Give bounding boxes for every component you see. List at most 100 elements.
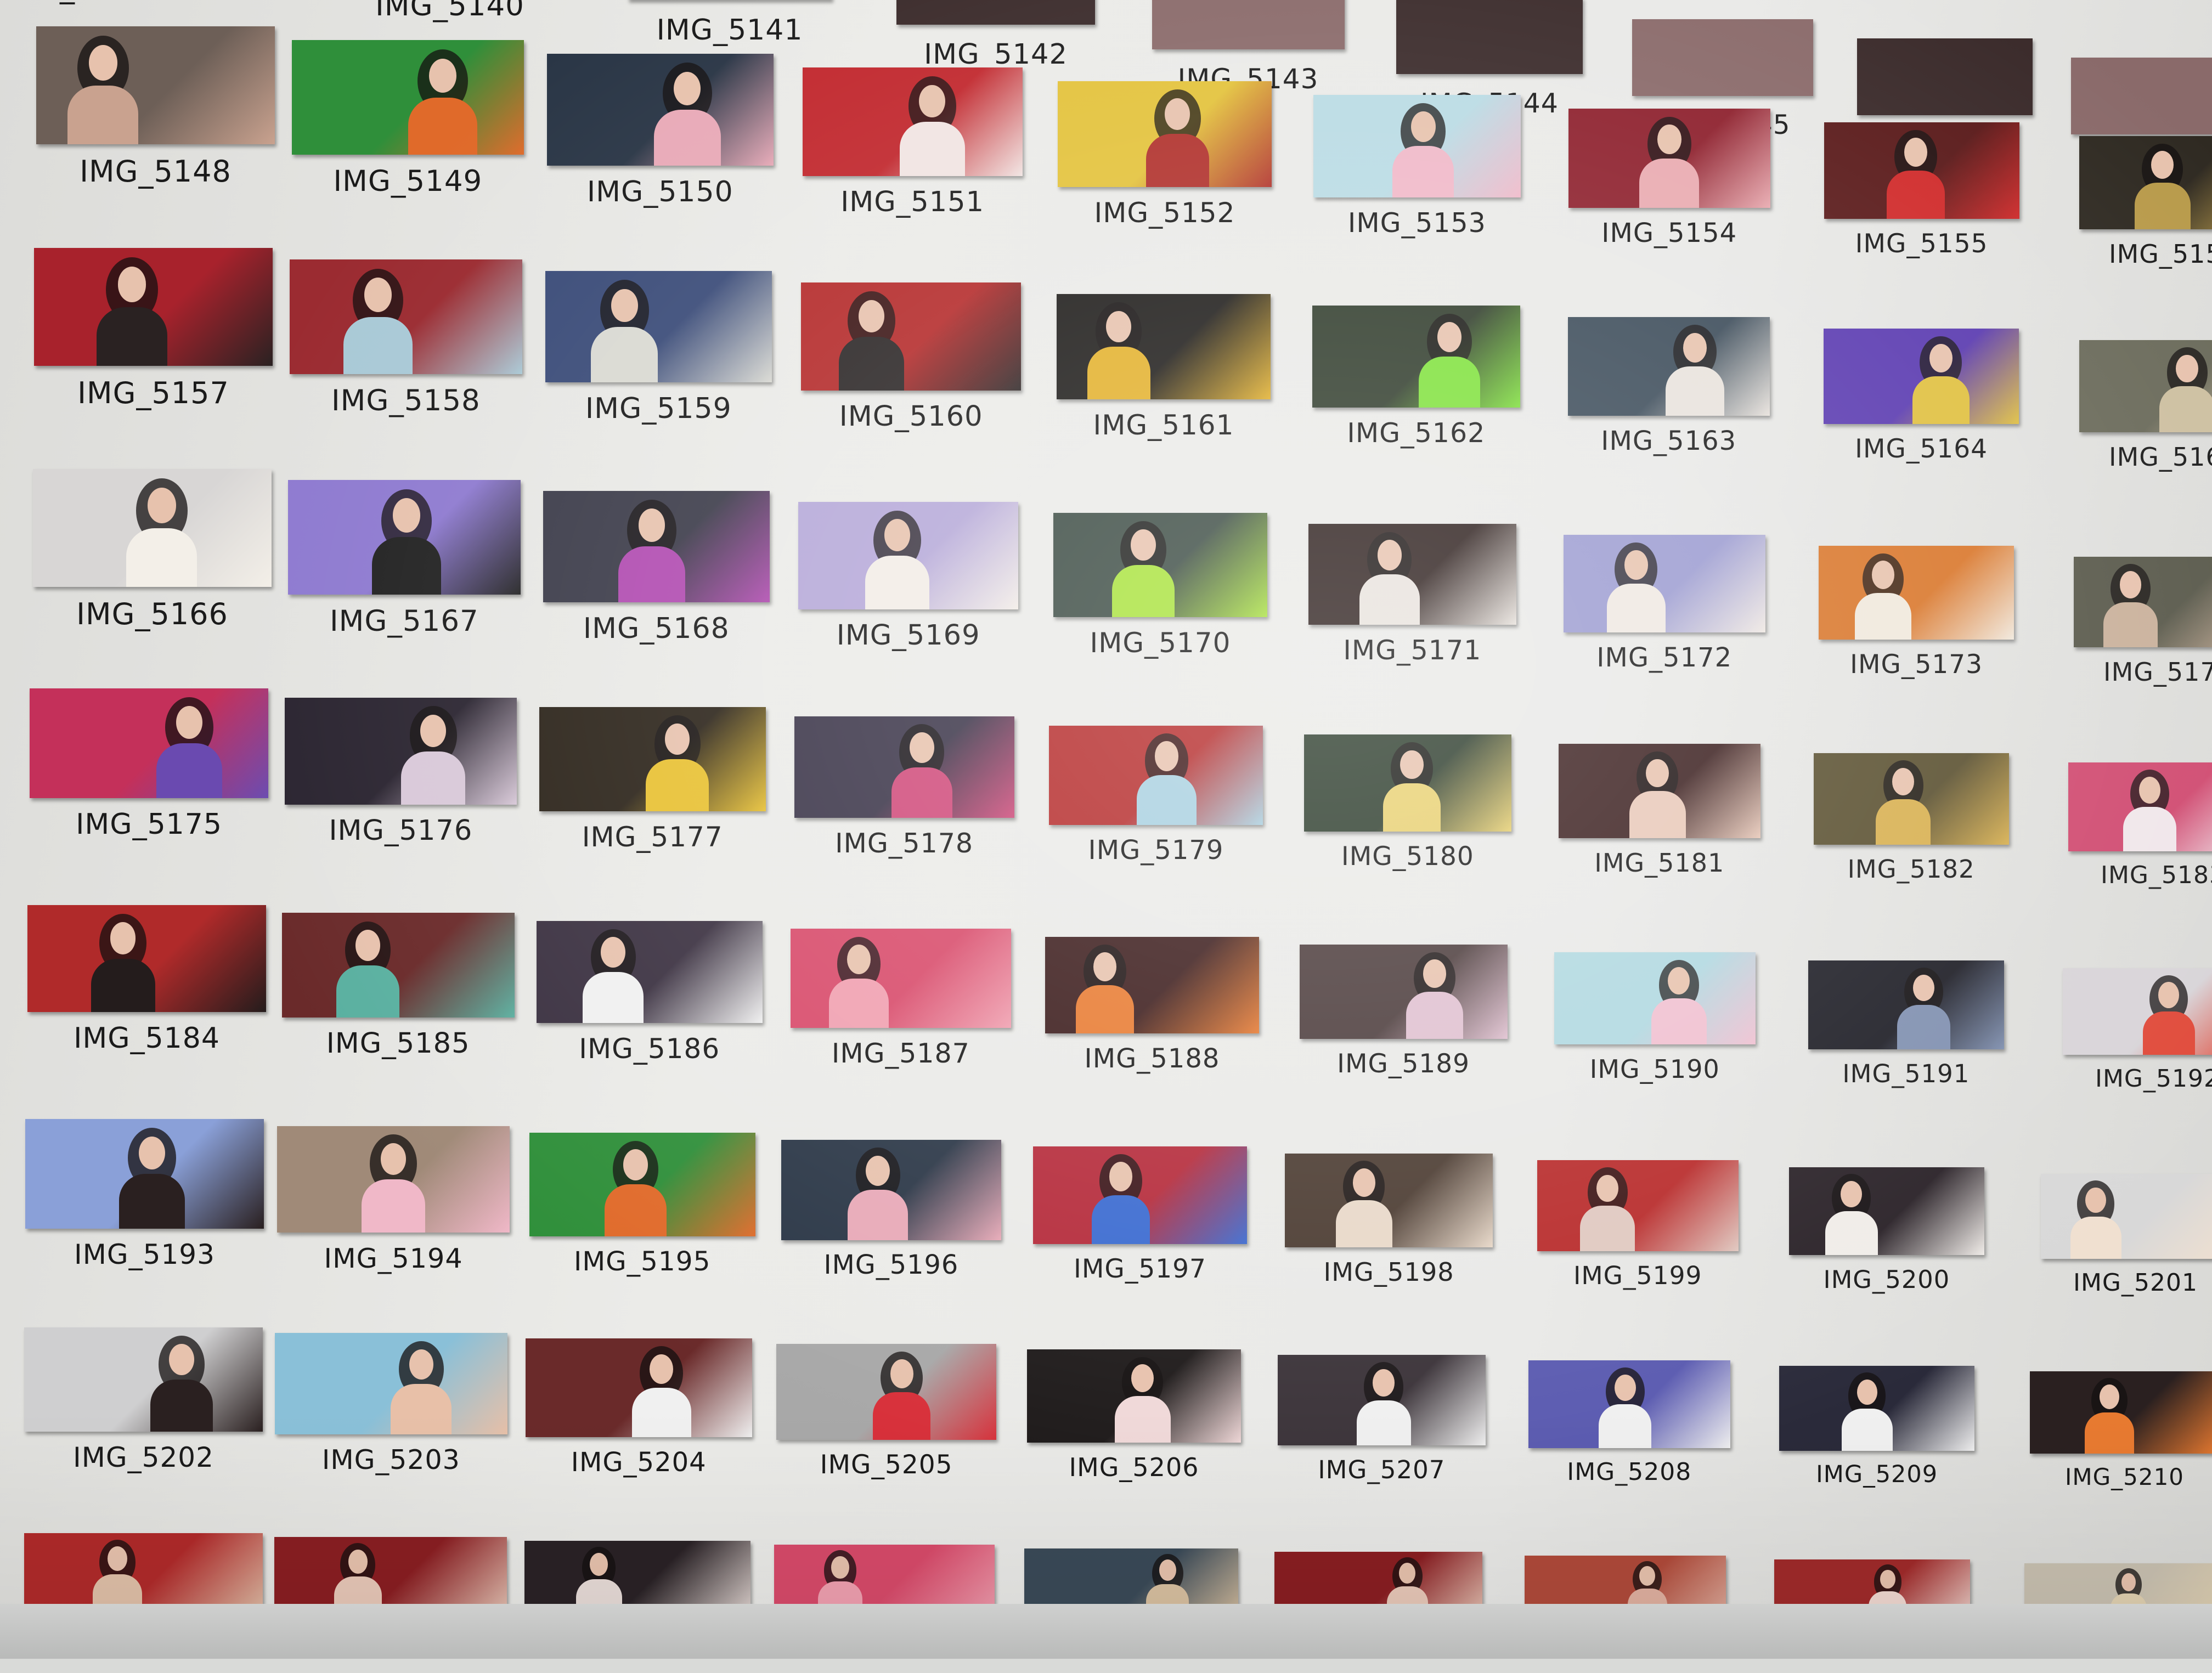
image-thumbnail[interactable] <box>277 1126 510 1233</box>
image-thumbnail[interactable] <box>2079 136 2212 229</box>
image-thumbnail[interactable] <box>1564 535 1765 632</box>
image-thumbnail[interactable] <box>285 698 517 805</box>
image-thumbnail[interactable] <box>1152 0 1345 49</box>
file-item[interactable]: IMG_5171 <box>1308 524 1516 674</box>
image-thumbnail[interactable] <box>526 1338 752 1437</box>
image-thumbnail[interactable] <box>1824 122 2019 219</box>
image-thumbnail[interactable] <box>537 921 763 1023</box>
image-thumbnail[interactable] <box>781 1140 1001 1240</box>
file-item[interactable]: IMG_5209 <box>1779 1366 1974 1500</box>
file-item[interactable]: IMG_5177 <box>539 707 766 861</box>
file-item[interactable]: IMG_5170 <box>1053 513 1267 666</box>
image-thumbnail[interactable] <box>545 271 772 382</box>
image-thumbnail[interactable] <box>539 707 766 812</box>
image-thumbnail[interactable] <box>1313 95 1521 197</box>
image-thumbnail[interactable] <box>1814 753 2009 845</box>
image-thumbnail[interactable] <box>288 480 521 595</box>
image-thumbnail[interactable] <box>2063 968 2212 1055</box>
file-item[interactable]: IMG_5192 <box>2063 968 2212 1104</box>
image-thumbnail[interactable] <box>1027 1349 1241 1443</box>
file-item[interactable]: IMG_5154 <box>1568 109 1770 257</box>
file-item[interactable]: IMG_5157 <box>34 248 273 415</box>
image-thumbnail[interactable] <box>275 1333 507 1434</box>
image-thumbnail[interactable] <box>1568 109 1770 208</box>
image-thumbnail[interactable] <box>1285 1154 1493 1248</box>
image-thumbnail[interactable] <box>2030 1371 2212 1454</box>
file-item[interactable]: IMG_5164 <box>1824 329 2019 473</box>
file-item[interactable]: IMG_5176 <box>285 698 517 854</box>
image-thumbnail[interactable] <box>1058 81 1272 187</box>
image-thumbnail[interactable] <box>282 913 515 1017</box>
file-item[interactable]: IMG_5165 <box>2079 340 2212 482</box>
image-thumbnail[interactable] <box>801 282 1021 391</box>
image-thumbnail[interactable] <box>1053 513 1267 617</box>
image-thumbnail[interactable] <box>30 688 268 798</box>
file-item[interactable]: IMG_5186 <box>537 921 763 1072</box>
file-item[interactable]: IMG_5204 <box>526 1338 752 1487</box>
file-item[interactable]: IMG_5180 <box>1304 734 1512 880</box>
image-thumbnail[interactable] <box>1537 1160 1739 1251</box>
image-thumbnail[interactable] <box>543 491 770 602</box>
image-thumbnail[interactable] <box>33 469 272 587</box>
file-item[interactable]: IMG_5169 <box>798 502 1018 659</box>
image-thumbnail[interactable] <box>803 67 1023 176</box>
file-item[interactable]: IMG_5168 <box>543 491 770 652</box>
image-thumbnail[interactable] <box>791 929 1011 1028</box>
image-thumbnail[interactable] <box>896 0 1094 25</box>
file-item[interactable]: IMG_5203 <box>275 1333 507 1484</box>
image-thumbnail[interactable] <box>2068 762 2212 851</box>
file-item[interactable]: IMG_5195 <box>529 1133 756 1286</box>
file-item[interactable]: IMG_5153 <box>1313 95 1521 247</box>
image-thumbnail[interactable] <box>1045 937 1259 1034</box>
image-thumbnail[interactable] <box>34 248 273 366</box>
image-thumbnail[interactable] <box>290 259 522 374</box>
image-thumbnail[interactable] <box>1559 744 1760 838</box>
image-thumbnail[interactable] <box>24 1533 263 1615</box>
file-item[interactable]: IMG_5159 <box>545 271 772 432</box>
file-item[interactable]: IMG_5181 <box>1559 744 1760 888</box>
file-item[interactable]: IMG_5198 <box>1285 1154 1493 1297</box>
image-thumbnail[interactable] <box>794 716 1014 818</box>
image-thumbnail[interactable] <box>1300 945 1508 1039</box>
file-item[interactable]: IMG_5156 <box>2079 136 2212 279</box>
image-thumbnail[interactable] <box>1824 329 2019 424</box>
file-item[interactable]: IMG_5206 <box>1027 1349 1241 1492</box>
image-thumbnail[interactable] <box>1808 960 2004 1050</box>
file-item[interactable]: IMG_5185 <box>282 913 515 1066</box>
file-item[interactable]: IMG_5161 <box>1057 294 1271 449</box>
file-item[interactable]: IMG_5184 <box>27 905 266 1061</box>
file-item[interactable]: IMG_5196 <box>781 1140 1001 1290</box>
file-item[interactable]: IMG_5210 <box>2030 1371 2212 1503</box>
file-item[interactable]: IMG_5151 <box>803 67 1023 225</box>
file-item[interactable]: IMG_5197 <box>1033 1146 1247 1293</box>
image-thumbnail[interactable] <box>292 40 524 155</box>
file-item[interactable]: IMG_5163 <box>1568 317 1770 465</box>
image-thumbnail[interactable] <box>1033 1146 1247 1244</box>
image-thumbnail[interactable] <box>1819 546 2014 640</box>
image-thumbnail[interactable] <box>1857 38 2033 115</box>
file-item[interactable]: IMG_5178 <box>794 716 1014 868</box>
file-item[interactable]: IMG_5187 <box>791 929 1011 1077</box>
image-thumbnail[interactable] <box>27 905 266 1012</box>
image-thumbnail[interactable] <box>1312 306 1520 408</box>
image-thumbnail[interactable] <box>2079 340 2212 432</box>
image-thumbnail[interactable] <box>1308 524 1516 625</box>
file-item[interactable]: IMG_5182 <box>1814 753 2009 894</box>
image-thumbnail[interactable] <box>1779 1366 1974 1451</box>
file-item[interactable]: IMG_5140 <box>334 0 566 41</box>
file-item[interactable]: IMG_5166 <box>33 469 272 636</box>
file-item[interactable]: IMG_5200 <box>1789 1167 1984 1305</box>
file-item[interactable]: IMG_5190 <box>1554 952 1756 1093</box>
file-item[interactable]: IMG_5191 <box>1808 960 2004 1099</box>
image-thumbnail[interactable] <box>1396 0 1583 74</box>
file-item[interactable]: IMG_5194 <box>277 1126 510 1282</box>
image-thumbnail[interactable] <box>2071 58 2212 134</box>
file-item[interactable]: IMG_5202 <box>24 1327 263 1481</box>
image-thumbnail[interactable] <box>1304 734 1512 831</box>
file-item[interactable]: IMG_5183 <box>2068 762 2212 901</box>
image-thumbnail[interactable] <box>25 1119 264 1229</box>
image-thumbnail[interactable] <box>2041 1174 2212 1259</box>
file-item[interactable]: IMG_5162 <box>1312 306 1520 457</box>
file-item[interactable]: IMG_5205 <box>776 1344 996 1489</box>
file-item[interactable]: IMG_5155 <box>1824 122 2019 268</box>
